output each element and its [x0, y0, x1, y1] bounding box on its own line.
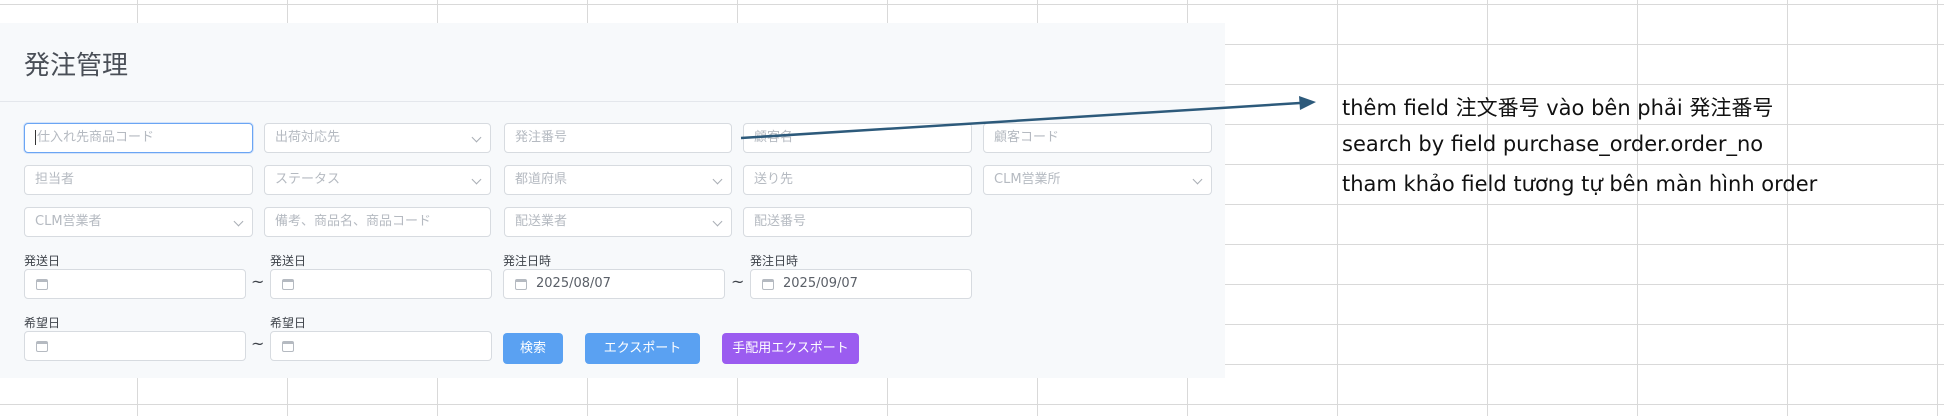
arrowhead [1299, 96, 1316, 110]
annotation-arrow [740, 96, 1316, 140]
arrow-line [740, 101, 1301, 140]
note-line-3: tham khảo field tương tự bên màn hình or… [1342, 172, 1818, 196]
note-line-2: search by field purchase_order.order_no [1342, 132, 1764, 156]
note-line-1: thêm field 注文番号 vào bên phải 発注番号 [1342, 96, 1774, 120]
